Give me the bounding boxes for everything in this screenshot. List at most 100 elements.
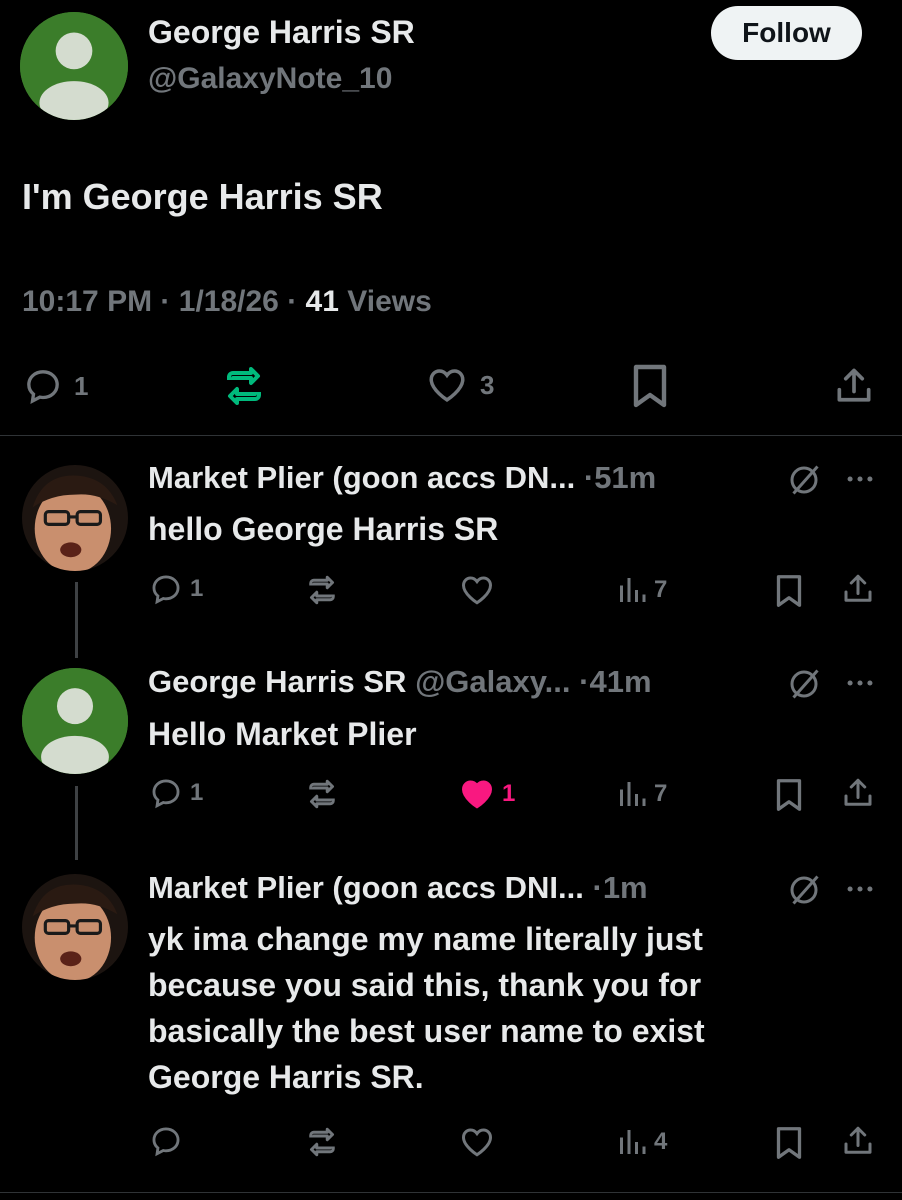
more-button[interactable] — [843, 462, 877, 496]
reply-text-line: George Harris SR. — [148, 1059, 424, 1095]
reply-button[interactable]: 1 — [148, 776, 203, 810]
reply-author-handle[interactable]: @Galaxy... — [415, 664, 570, 699]
post-text: I'm George Harris SR — [22, 176, 383, 217]
reply-time[interactable]: 41m — [589, 664, 651, 699]
grok-button[interactable] — [786, 872, 822, 908]
meta-separator: · — [160, 285, 171, 318]
author-handle[interactable]: @GalaxyNote_10 — [148, 62, 392, 96]
reply-time[interactable]: 1m — [603, 870, 648, 905]
like-button[interactable]: 1 — [458, 776, 515, 812]
reply-text-line: yk ima change my name literally just — [148, 921, 703, 957]
repost-button[interactable] — [302, 572, 342, 608]
bookmark-icon — [776, 1127, 802, 1159]
thread-connector — [75, 786, 78, 860]
meta-separator: · — [583, 460, 595, 495]
views-icon — [620, 1130, 646, 1154]
share-button[interactable] — [832, 362, 876, 410]
views-icon — [620, 782, 646, 806]
meta-separator: · — [592, 870, 603, 905]
share-icon — [837, 368, 871, 402]
reply-icon — [152, 1127, 180, 1157]
reply-text: hello George Harris SR — [148, 506, 498, 552]
bookmark-icon — [776, 575, 802, 607]
like-button[interactable] — [458, 572, 496, 608]
repost-button[interactable] — [218, 362, 270, 410]
post-date[interactable]: 1/18/26 — [179, 285, 279, 318]
reply-avatar[interactable] — [22, 465, 128, 571]
reply-avatar[interactable] — [22, 668, 128, 774]
share-button[interactable] — [840, 774, 876, 812]
bookmark-icon — [633, 364, 667, 408]
share-icon — [844, 574, 872, 602]
reply-icon — [152, 575, 180, 605]
share-button[interactable] — [840, 1122, 876, 1160]
reply-text: Hello Market Plier — [148, 711, 417, 757]
more-icon — [847, 476, 873, 482]
reply-avatar[interactable] — [22, 874, 128, 980]
views-count: 4 — [654, 1128, 668, 1155]
like-icon — [461, 1128, 493, 1157]
more-button[interactable] — [843, 666, 877, 700]
reply-text: yk ima change my name literally just bec… — [148, 916, 705, 1100]
reply-time[interactable]: 51m — [594, 460, 656, 495]
views-button[interactable]: 4 — [616, 1124, 667, 1160]
reply-header: George Harris SR @Galaxy... ·41m — [148, 664, 652, 700]
more-icon — [847, 680, 873, 686]
repost-icon — [309, 575, 335, 605]
more-icon — [847, 886, 873, 892]
author-avatar[interactable] — [20, 12, 128, 120]
reply-header: Market Plier (goon accs DN... ·51m — [148, 460, 656, 496]
more-button[interactable] — [843, 872, 877, 906]
bookmark-button[interactable] — [774, 776, 804, 814]
reply-icon — [27, 370, 59, 404]
views-label: Views — [347, 285, 432, 318]
thread-connector — [75, 582, 78, 658]
views-button[interactable]: 7 — [616, 776, 667, 812]
repost-icon — [309, 1127, 335, 1157]
bookmark-button[interactable] — [774, 572, 804, 610]
reply-header: Market Plier (goon accs DNI... ·1m — [148, 870, 648, 906]
like-button[interactable] — [458, 1124, 496, 1160]
like-count: 3 — [480, 369, 495, 400]
like-button[interactable]: 3 — [424, 364, 494, 406]
reply-text-line: basically the best user name to exist — [148, 1013, 705, 1049]
grok-icon — [790, 669, 819, 699]
meta-separator: · — [287, 285, 298, 318]
views-count: 7 — [654, 576, 668, 603]
views-count: 7 — [654, 780, 668, 807]
author-name[interactable]: George Harris SR — [148, 14, 415, 51]
share-button[interactable] — [840, 570, 876, 608]
grok-icon — [790, 465, 819, 495]
reply-author-name[interactable]: Market Plier (goon accs DN... — [148, 460, 575, 495]
reply-author-name[interactable]: Market Plier (goon accs DNI... — [148, 870, 584, 905]
divider — [0, 1192, 902, 1193]
like-icon — [429, 369, 465, 402]
views-button[interactable]: 7 — [616, 572, 667, 608]
bookmark-button[interactable] — [774, 1124, 804, 1162]
views-count: 41 — [305, 285, 339, 318]
reply-count: 1 — [190, 575, 204, 602]
post-meta: 10:17 PM · 1/18/26 · 41 Views — [22, 285, 432, 319]
reply-button[interactable]: 1 — [22, 366, 88, 406]
bookmark-button[interactable] — [630, 362, 670, 410]
repost-button[interactable] — [302, 1124, 342, 1160]
reply-count: 1 — [74, 370, 89, 401]
reply-author-name[interactable]: George Harris SR — [148, 664, 406, 699]
grok-button[interactable] — [786, 666, 822, 702]
bookmark-icon — [776, 779, 802, 811]
grok-icon — [790, 875, 819, 905]
repost-button[interactable] — [302, 776, 342, 812]
reply-button[interactable]: 1 — [148, 572, 203, 606]
views-icon — [620, 578, 646, 602]
share-icon — [844, 778, 872, 806]
grok-button[interactable] — [786, 462, 822, 498]
share-icon — [844, 1126, 872, 1154]
meta-separator: · — [579, 664, 590, 699]
repost-icon — [227, 367, 261, 405]
repost-icon — [309, 779, 335, 809]
reply-icon — [152, 779, 180, 809]
reply-button[interactable] — [148, 1124, 184, 1158]
follow-button[interactable]: Follow — [711, 6, 862, 60]
like-icon — [461, 780, 493, 809]
post-time[interactable]: 10:17 PM — [22, 285, 152, 318]
